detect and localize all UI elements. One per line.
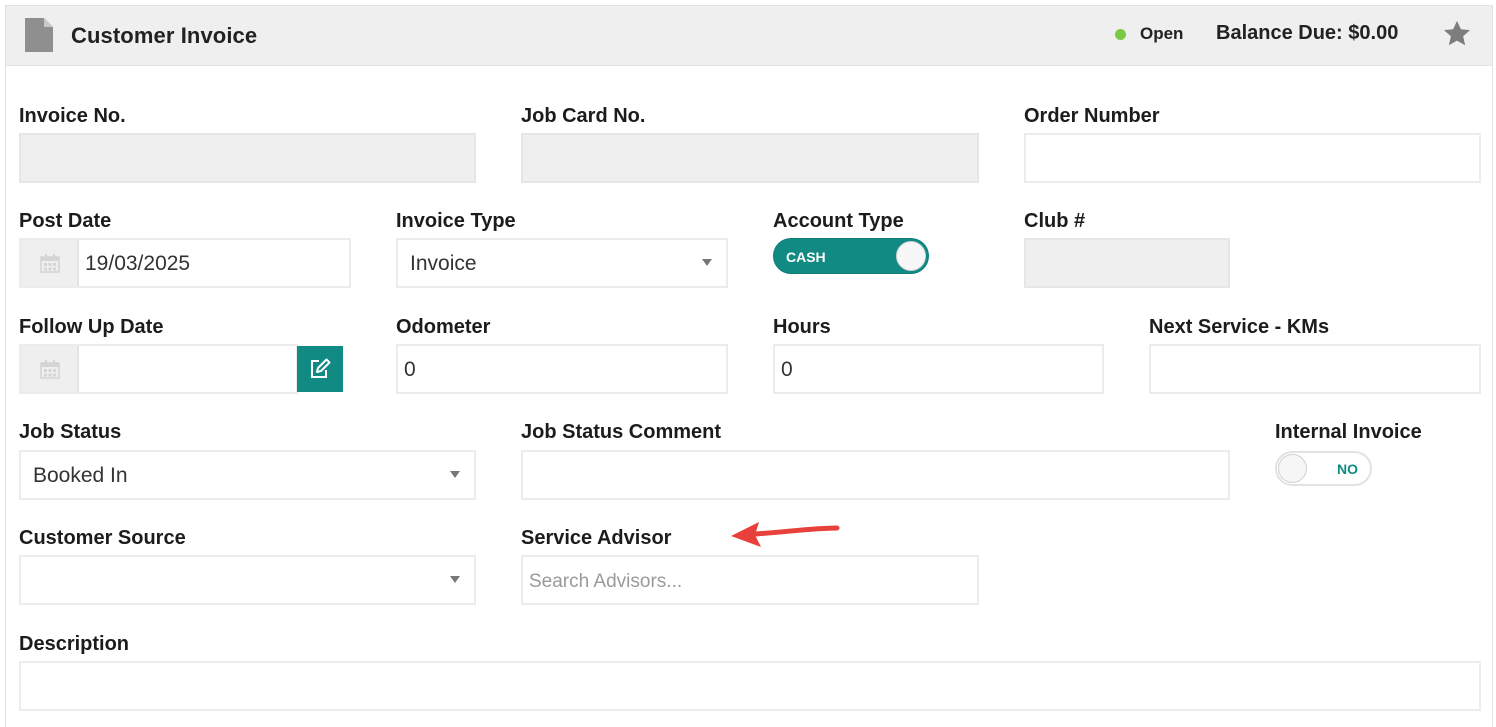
job-status-value: Booked In — [33, 464, 128, 487]
follow-up-calendar-button[interactable] — [21, 346, 79, 392]
odometer-input[interactable]: 0 — [396, 344, 728, 394]
odometer-label: Odometer — [396, 316, 491, 338]
post-date-value: 19/03/2025 — [85, 252, 191, 275]
page-title: Customer Invoice — [71, 23, 258, 48]
odometer-value: 0 — [404, 358, 416, 381]
chevron-down-icon — [450, 576, 460, 583]
star-icon[interactable] — [1442, 19, 1472, 49]
calendar-icon — [40, 360, 60, 379]
status-badge: Open — [1140, 24, 1184, 43]
job-status-select[interactable]: Booked In — [19, 450, 476, 500]
post-date-calendar-button[interactable] — [21, 240, 79, 286]
follow-up-edit-button[interactable] — [297, 346, 343, 392]
post-date-input[interactable]: 19/03/2025 — [19, 238, 351, 288]
edit-icon — [311, 358, 331, 378]
calendar-icon — [40, 254, 60, 273]
status-dot — [1115, 29, 1126, 40]
toggle-knob — [1278, 454, 1307, 483]
invoice-no-label: Invoice No. — [19, 105, 126, 127]
internal-invoice-toggle-label: NO — [1337, 461, 1358, 477]
follow-up-date-input[interactable] — [19, 344, 298, 394]
account-type-toggle[interactable]: CASH — [773, 238, 929, 274]
description-input[interactable] — [19, 661, 1481, 711]
toggle-knob — [896, 241, 926, 271]
internal-invoice-label: Internal Invoice — [1275, 421, 1422, 443]
follow-up-date-label: Follow Up Date — [19, 316, 164, 338]
chevron-down-icon — [450, 471, 460, 478]
post-date-label: Post Date — [19, 210, 112, 232]
order-number-label: Order Number — [1024, 105, 1160, 127]
document-icon — [25, 18, 53, 52]
job-card-no-field — [521, 133, 979, 183]
invoice-panel: Customer Invoice Open Balance Due: $0.00… — [5, 5, 1493, 727]
customer-source-label: Customer Source — [19, 527, 186, 549]
account-type-toggle-label: CASH — [786, 249, 826, 265]
customer-source-select[interactable] — [19, 555, 476, 605]
internal-invoice-toggle[interactable]: NO — [1275, 451, 1372, 486]
annotation-arrow-icon — [731, 522, 840, 547]
service-advisor-placeholder: Search Advisors... — [529, 571, 683, 592]
order-number-input[interactable] — [1024, 133, 1481, 183]
next-service-input[interactable] — [1149, 344, 1481, 394]
invoice-type-select[interactable]: Invoice — [396, 238, 728, 288]
job-status-comment-label: Job Status Comment — [521, 421, 722, 443]
job-card-no-label: Job Card No. — [521, 105, 646, 127]
hours-value: 0 — [781, 358, 793, 381]
service-advisor-label: Service Advisor — [521, 527, 672, 549]
hours-input[interactable]: 0 — [773, 344, 1104, 394]
job-status-label: Job Status — [19, 421, 122, 443]
invoice-type-value: Invoice — [410, 252, 477, 275]
next-service-label: Next Service - KMs — [1149, 316, 1330, 338]
account-type-label: Account Type — [773, 210, 904, 232]
description-label: Description — [19, 633, 130, 655]
balance-due: Balance Due: $0.00 — [1216, 22, 1399, 44]
club-no-field — [1024, 238, 1230, 288]
club-no-label: Club # — [1024, 210, 1086, 232]
panel-header: Customer Invoice Open Balance Due: $0.00 — [6, 6, 1492, 66]
hours-label: Hours — [773, 316, 831, 338]
invoice-no-field — [19, 133, 476, 183]
service-advisor-search-input[interactable]: Search Advisors... — [521, 555, 979, 605]
job-status-comment-input[interactable] — [521, 450, 1230, 500]
invoice-type-label: Invoice Type — [396, 210, 516, 232]
chevron-down-icon — [702, 259, 712, 266]
